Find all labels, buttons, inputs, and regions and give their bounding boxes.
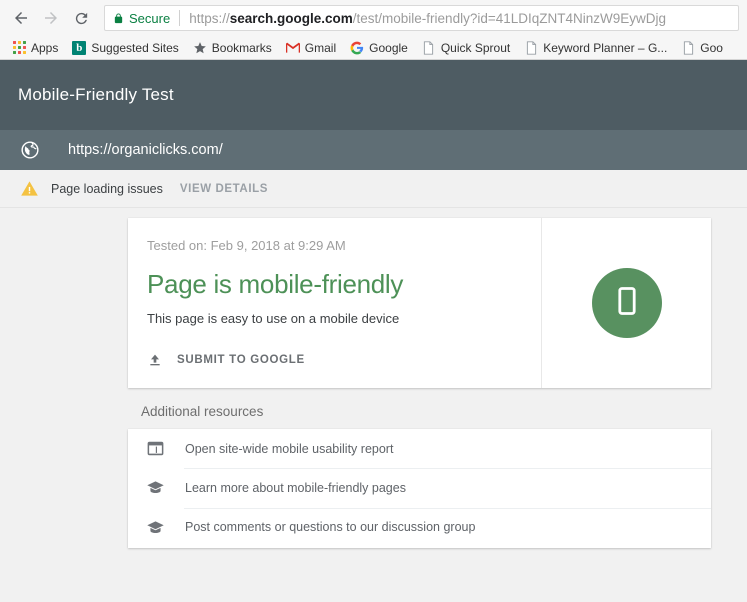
- bookmark-gmail[interactable]: Gmail: [280, 38, 342, 58]
- browser-toolbar: Secure https://search.google.com/test/mo…: [0, 0, 747, 36]
- star-icon: [193, 41, 207, 55]
- resource-label: Post comments or questions to our discus…: [185, 520, 476, 535]
- browser-chrome: Secure https://search.google.com/test/mo…: [0, 0, 747, 60]
- bookmark-label: Suggested Sites: [91, 40, 179, 55]
- resource-label: Learn more about mobile-friendly pages: [185, 480, 406, 495]
- forward-button[interactable]: [38, 5, 64, 31]
- result-badge-panel: [541, 218, 711, 388]
- bookmark-label: Bookmarks: [211, 40, 272, 55]
- back-arrow-icon: [12, 9, 30, 27]
- main-content: Tested on: Feb 9, 2018 at 9:29 AM Page i…: [0, 208, 747, 601]
- bookmark-label: Keyword Planner – G...: [543, 40, 668, 55]
- page-loading-issues-bar: Page loading issues VIEW DETAILS: [0, 170, 747, 208]
- warning-text: Page loading issues: [51, 181, 163, 196]
- page-icon: [681, 40, 695, 55]
- bookmark-bookmarks[interactable]: Bookmarks: [187, 38, 278, 58]
- bookmark-label: Google: [369, 40, 408, 55]
- bing-icon: b: [72, 40, 87, 55]
- reload-icon: [73, 10, 90, 27]
- bookmark-label: Goo: [700, 40, 723, 55]
- upload-icon: [147, 352, 163, 368]
- resource-label: Open site-wide mobile usability report: [185, 441, 394, 456]
- reload-button[interactable]: [68, 5, 94, 31]
- additional-resources-title: Additional resources: [141, 404, 264, 419]
- graduation-cap-icon: [146, 518, 168, 537]
- mobile-phone-icon: [611, 285, 643, 322]
- page-icon: [524, 40, 538, 55]
- url-host: search.google.com: [229, 10, 353, 26]
- bookmark-label: Apps: [31, 40, 59, 55]
- omnibox-divider: [179, 10, 181, 26]
- app-header: Mobile-Friendly Test https://organiclick…: [0, 60, 747, 170]
- mobile-phone-badge: [591, 268, 662, 338]
- address-bar[interactable]: Secure https://search.google.com/test/mo…: [104, 5, 739, 31]
- tested-url-text: https://organiclicks.com/: [68, 142, 223, 158]
- bookmark-goo[interactable]: Goo: [675, 38, 729, 58]
- result-card: Tested on: Feb 9, 2018 at 9:29 AM Page i…: [128, 218, 711, 388]
- url-path: /test/mobile-friendly?id=41LDIqZNT4NinzW…: [352, 10, 667, 26]
- tested-url-bar[interactable]: https://organiclicks.com/: [0, 130, 747, 170]
- verdict-description: This page is easy to use on a mobile dev…: [147, 311, 400, 326]
- google-g-icon: [350, 41, 364, 55]
- resource-item-usability-report[interactable]: Open site-wide mobile usability report: [128, 429, 711, 468]
- gmail-icon: [285, 41, 300, 55]
- apps-grid-icon: [12, 41, 26, 55]
- bookmark-keyword-planner[interactable]: Keyword Planner – G...: [518, 38, 673, 58]
- submit-to-google-button[interactable]: SUBMIT TO GOOGLE: [147, 352, 541, 368]
- dashboard-report-icon: [146, 439, 168, 458]
- back-button[interactable]: [8, 5, 34, 31]
- graduation-cap-icon: [146, 478, 168, 497]
- page-icon: [422, 40, 436, 55]
- bookmark-suggested-sites[interactable]: b Suggested Sites: [66, 38, 184, 58]
- url-text: https://search.google.com/test/mobile-fr…: [189, 11, 666, 26]
- bookmark-label: Quick Sprout: [440, 40, 511, 55]
- page-title: Mobile-Friendly Test: [18, 85, 174, 104]
- forward-arrow-icon: [42, 9, 60, 27]
- bookmark-apps[interactable]: Apps: [6, 38, 64, 58]
- bookmark-label: Gmail: [304, 40, 337, 55]
- submit-to-google-label: SUBMIT TO GOOGLE: [177, 354, 305, 366]
- resource-item-discussion-group[interactable]: Post comments or questions to our discus…: [128, 507, 711, 547]
- result-details: Tested on: Feb 9, 2018 at 9:29 AM Page i…: [128, 218, 541, 388]
- lock-icon: [113, 12, 124, 25]
- verdict-heading: Page is mobile-friendly: [147, 269, 404, 299]
- view-details-link[interactable]: VIEW DETAILS: [180, 183, 268, 195]
- url-scheme: https://: [189, 10, 230, 26]
- resource-item-learn-more[interactable]: Learn more about mobile-friendly pages: [128, 468, 711, 507]
- warning-triangle-icon: [20, 179, 39, 198]
- bookmarks-bar: Apps b Suggested Sites Bookmarks Gmail G…: [0, 36, 747, 59]
- bookmark-quick-sprout[interactable]: Quick Sprout: [416, 38, 516, 58]
- bookmark-google[interactable]: Google: [344, 38, 414, 58]
- globe-icon: [20, 140, 40, 160]
- additional-resources-card: Open site-wide mobile usability report L…: [128, 429, 711, 548]
- secure-label: Secure: [129, 10, 171, 26]
- tested-on-text: Tested on: Feb 9, 2018 at 9:29 AM: [147, 238, 346, 253]
